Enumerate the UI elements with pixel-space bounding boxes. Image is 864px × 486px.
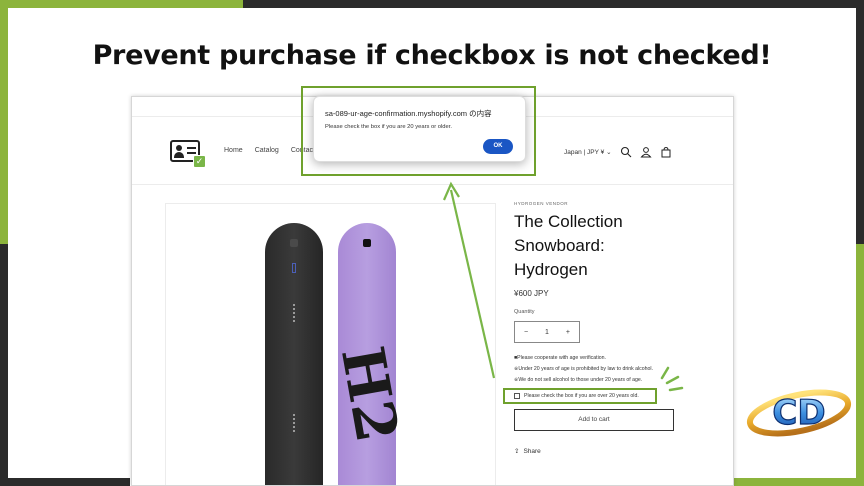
product-title: The Collection Snowboard: Hydrogen bbox=[514, 212, 623, 279]
quantity-increment-button[interactable]: + bbox=[566, 329, 570, 336]
share-label: Share bbox=[523, 447, 541, 455]
note-no-sale: ※We do not sell alcohol to those under 2… bbox=[514, 377, 643, 383]
note-law: ※Under 20 years of age is prohibited by … bbox=[514, 366, 654, 372]
headline: Prevent purchase if checkbox is not chec… bbox=[92, 40, 772, 71]
quantity-value[interactable]: 1 bbox=[545, 329, 549, 336]
alert-dialog: sa-089-ur-age-confirmation.myshopify.com… bbox=[313, 96, 526, 162]
frame-accent-top-left bbox=[0, 0, 243, 8]
frame-dark-top bbox=[243, 0, 864, 8]
search-icon[interactable] bbox=[620, 145, 632, 158]
cart-icon[interactable] bbox=[660, 145, 672, 158]
dialog-ok-button[interactable]: OK bbox=[483, 139, 513, 154]
locale-label: Japan | JPY ¥ bbox=[564, 149, 605, 156]
checkbox-highlight-box bbox=[503, 388, 657, 404]
product-price: ¥600 JPY bbox=[514, 289, 549, 298]
account-icon[interactable] bbox=[640, 145, 652, 158]
quantity-stepper: − 1 + bbox=[514, 321, 580, 343]
chevron-down-icon: ⌄ bbox=[606, 149, 612, 156]
frame-dark-bottom bbox=[0, 478, 130, 486]
share-button[interactable]: ⇪ Share bbox=[514, 447, 541, 456]
note-verification: ■Please cooperate with age verification. bbox=[514, 355, 606, 361]
store-logo-icon[interactable]: ✓ bbox=[170, 140, 206, 168]
snowboard-purple-image: H2 bbox=[328, 223, 411, 485]
quantity-decrement-button[interactable]: − bbox=[524, 329, 528, 336]
dialog-title: sa-089-ur-age-confirmation.myshopify.com… bbox=[325, 109, 492, 118]
dialog-message: Please check the box if you are 20 years… bbox=[325, 124, 452, 130]
nav-home[interactable]: Home bbox=[224, 147, 243, 154]
frame-accent-right bbox=[856, 244, 864, 486]
quantity-label: Quantity bbox=[514, 309, 535, 315]
frame-dark-left bbox=[0, 244, 8, 486]
product-vendor: HYDROGEN VENDOR bbox=[514, 201, 569, 206]
snowboard-black-image bbox=[265, 223, 323, 485]
add-to-cart-button[interactable]: Add to cart bbox=[514, 409, 674, 431]
brand-logo-text: CD bbox=[772, 393, 825, 433]
share-icon: ⇪ bbox=[514, 448, 520, 455]
brand-logo: CD bbox=[746, 389, 852, 437]
locale-selector[interactable]: Japan | JPY ¥ ⌄ bbox=[564, 148, 612, 156]
frame-accent-bottom bbox=[734, 478, 864, 486]
nav-catalog[interactable]: Catalog bbox=[255, 147, 279, 154]
age-notes: ■Please cooperate with age verification.… bbox=[514, 353, 653, 386]
product-media: H2 bbox=[165, 203, 496, 485]
